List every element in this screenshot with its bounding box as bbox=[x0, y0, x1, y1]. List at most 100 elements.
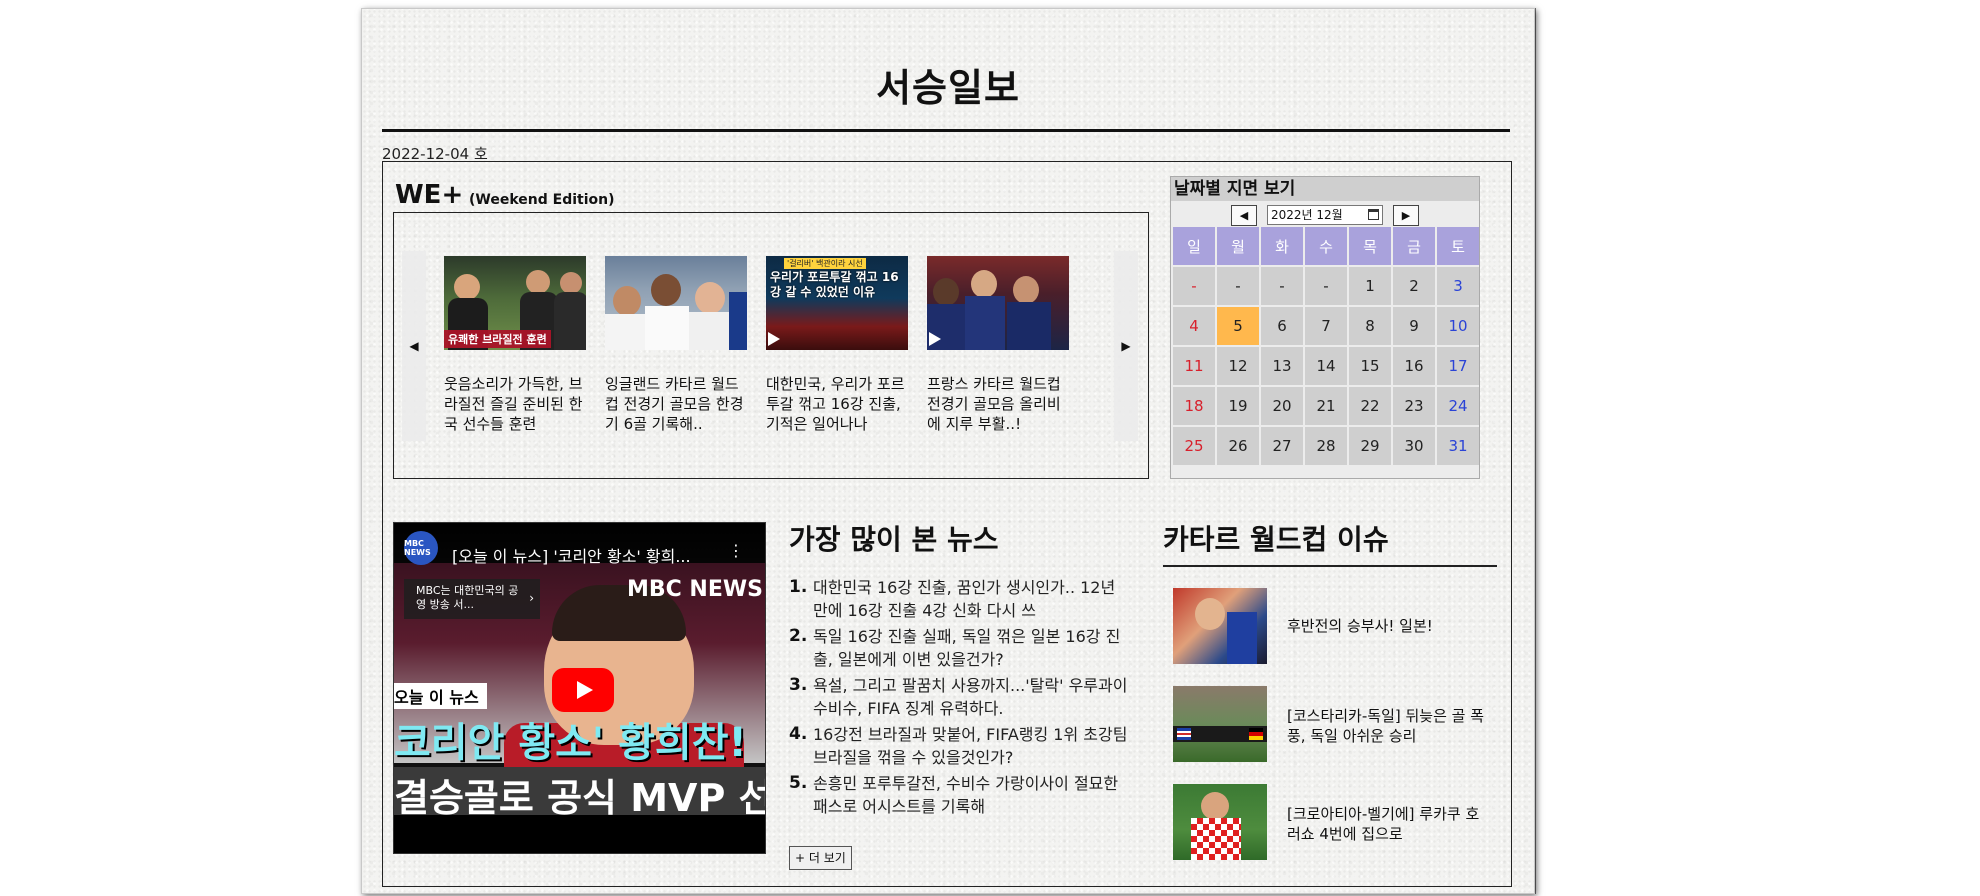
calendar-day[interactable]: 9 bbox=[1393, 307, 1435, 345]
calendar-prev-month-button[interactable]: ◀ bbox=[1231, 204, 1257, 226]
list-item[interactable]: 3. 욕설, 그리고 팔꿈치 사용까지...'탈락' 우루과이 수비수, FIFA… bbox=[789, 674, 1129, 720]
issue-text[interactable]: [코스타리카-독일] 뒤늦은 골 폭풍, 독일 아쉬운 승리 bbox=[1287, 706, 1487, 746]
most-viewed-list: 1. 대한민국 16강 진출, 꿈인가 생시인가.. 12년만에 16강 진출 4… bbox=[789, 576, 1129, 821]
calendar-icon[interactable] bbox=[1368, 209, 1379, 220]
weekday-header: 토 bbox=[1437, 227, 1479, 265]
video-player[interactable]: MBC NEWS MBC NEWS [오늘 이 뉴스] '코리안 황소' 황희.… bbox=[393, 522, 766, 854]
list-item[interactable]: 5. 손흥민 포루투갈전, 수비수 가랑이사이 절묘한 패스로 어시스트를 기록해 bbox=[789, 772, 1129, 818]
calendar-day[interactable]: 23 bbox=[1393, 387, 1435, 425]
calendar-day[interactable]: 24 bbox=[1437, 387, 1479, 425]
costa-rica-germany-thumbnail[interactable] bbox=[1173, 686, 1267, 762]
card-text: 잉글랜드 카타르 월드컵 전경기 골모음 한경기 6골 기록해.. bbox=[605, 375, 744, 433]
calendar-day[interactable]: 21 bbox=[1305, 387, 1347, 425]
croatia-belgium-thumbnail[interactable] bbox=[1173, 784, 1267, 860]
video-headline-2: 결승골로 공식 MVP 선정 bbox=[394, 767, 765, 822]
carousel-prev-button[interactable]: ◀ bbox=[402, 251, 426, 441]
japan-thumbnail[interactable] bbox=[1173, 588, 1267, 664]
video-headline-1: 코리안 황소' 황희찬! bbox=[394, 720, 747, 766]
calendar-day[interactable]: 5 bbox=[1217, 307, 1259, 345]
calendar-day[interactable]: 3 bbox=[1437, 267, 1479, 305]
calendar-day[interactable]: 22 bbox=[1349, 387, 1391, 425]
calendar-empty-cell: - bbox=[1173, 267, 1215, 305]
play-button[interactable] bbox=[552, 668, 614, 712]
item-number: 2. bbox=[789, 626, 808, 646]
thumbnail-tag: '걸리버' 백관이라 시선 bbox=[784, 258, 866, 269]
qatar-issue-divider bbox=[1163, 565, 1497, 567]
masthead-divider bbox=[382, 129, 1510, 132]
calendar-day[interactable]: 31 bbox=[1437, 427, 1479, 465]
calendar-day[interactable]: 30 bbox=[1393, 427, 1435, 465]
calendar-day[interactable]: 14 bbox=[1305, 347, 1347, 385]
item-text[interactable]: 독일 16강 진출 실패, 독일 꺾은 일본 16강 진출, 일본에게 이변 있… bbox=[813, 625, 1129, 671]
calendar-day[interactable]: 6 bbox=[1261, 307, 1303, 345]
calendar-grid: 일 월 화 수 목 금 토 - - - -1 2 3 4 5 6 7 8 9 10 11 12 13 14 15 16 17 18 19… bbox=[1173, 227, 1479, 465]
channel-info-popup[interactable]: MBC는 대한민국의 공영 방송 서... › bbox=[404, 579, 540, 619]
training-thumbnail[interactable]: 유쾌한 브라질전 훈련 bbox=[444, 256, 586, 350]
calendar-nav: ◀ 2022년 12월 ▶ bbox=[1171, 201, 1479, 226]
issue-item[interactable]: 후반전의 승부사! 일본! bbox=[1173, 588, 1513, 666]
england-thumbnail[interactable] bbox=[605, 256, 747, 350]
carousel-next-button[interactable]: ▶ bbox=[1114, 251, 1138, 441]
calendar-day[interactable]: 8 bbox=[1349, 307, 1391, 345]
thumbnail-caption: 유쾌한 브라질전 훈련 bbox=[444, 330, 551, 348]
weekday-header: 금 bbox=[1393, 227, 1435, 265]
item-text[interactable]: 욕설, 그리고 팔꿈치 사용까지...'탈락' 우루과이 수비수, FIFA 징… bbox=[813, 674, 1129, 720]
calendar-day[interactable]: 29 bbox=[1349, 427, 1391, 465]
item-text[interactable]: 대한민국 16강 진출, 꿈인가 생시인가.. 12년만에 16강 진출 4강 … bbox=[813, 576, 1129, 622]
calendar-day[interactable]: 26 bbox=[1217, 427, 1259, 465]
calendar-day[interactable]: 12 bbox=[1217, 347, 1259, 385]
calendar-day[interactable]: 10 bbox=[1437, 307, 1479, 345]
korea-thumbnail[interactable]: '걸리버' 백관이라 시선 우리가 포르투갈 꺾고 16강 갈 수 있었던 이유 bbox=[766, 256, 908, 350]
qatar-issue-title: 카타르 월드컵 이슈 bbox=[1163, 523, 1389, 556]
weekday-header: 화 bbox=[1261, 227, 1303, 265]
france-thumbnail[interactable] bbox=[927, 256, 1069, 350]
calendar-day[interactable]: 25 bbox=[1173, 427, 1215, 465]
calendar-day[interactable]: 4 bbox=[1173, 307, 1215, 345]
calendar-empty-cell: - bbox=[1261, 267, 1303, 305]
calendar-day[interactable]: 2 bbox=[1393, 267, 1435, 305]
newspaper-page: 서승일보 2022-12-04 호 WE+ (Weekend Edition) … bbox=[361, 8, 1535, 894]
video-title[interactable]: [오늘 이 뉴스] '코리안 황소' 황희... bbox=[452, 543, 691, 567]
month-value: 2022년 12월 bbox=[1271, 208, 1343, 222]
calendar-day[interactable]: 19 bbox=[1217, 387, 1259, 425]
issue-text[interactable]: [크로아티아-벨기에] 루카쿠 호러쇼 4번에 집으로 bbox=[1287, 804, 1487, 844]
most-viewed-title: 가장 많이 본 뉴스 bbox=[789, 523, 999, 556]
calendar-day[interactable]: 16 bbox=[1393, 347, 1435, 385]
calendar-day[interactable]: 18 bbox=[1173, 387, 1215, 425]
weekday-header: 일 bbox=[1173, 227, 1215, 265]
calendar-day[interactable]: 15 bbox=[1349, 347, 1391, 385]
calendar-day[interactable]: 7 bbox=[1305, 307, 1347, 345]
weplus-carousel: ◀ 유쾌한 브라질전 훈련 웃음소리가 가득한, 브라질전 즐길 준비된 한국 … bbox=[393, 212, 1149, 479]
card-text: 웃음소리가 가득한, 브라질전 즐길 준비된 한국 선수들 훈련 bbox=[444, 375, 583, 433]
carousel-card[interactable]: 프랑스 카타르 월드컵 전경기 골모음 올리비에 지루 부활..! bbox=[927, 256, 1069, 434]
month-input[interactable]: 2022년 12월 bbox=[1267, 205, 1383, 225]
list-item[interactable]: 2. 독일 16강 진출 실패, 독일 꺾은 일본 16강 진출, 일본에게 이변… bbox=[789, 625, 1129, 671]
calendar-next-month-button[interactable]: ▶ bbox=[1393, 204, 1419, 226]
calendar-day[interactable]: 11 bbox=[1173, 347, 1215, 385]
calendar-empty-cell: - bbox=[1217, 267, 1259, 305]
issue-item[interactable]: [크로아티아-벨기에] 루카쿠 호러쇼 4번에 집으로 bbox=[1173, 784, 1513, 862]
carousel-card[interactable]: 유쾌한 브라질전 훈련 웃음소리가 가득한, 브라질전 즐길 준비된 한국 선수… bbox=[444, 256, 586, 434]
date-calendar: 날짜별 지면 보기 ◀ 2022년 12월 ▶ 일월화수목금토----12345… bbox=[1170, 176, 1480, 479]
issue-item[interactable]: [코스타리카-독일] 뒤늦은 골 폭풍, 독일 아쉬운 승리 bbox=[1173, 686, 1513, 764]
carousel-card[interactable]: 잉글랜드 카타르 월드컵 전경기 골모음 한경기 6골 기록해.. bbox=[605, 256, 747, 434]
mbc-news-watermark: MBC NEWS bbox=[626, 577, 763, 602]
calendar-day[interactable]: 17 bbox=[1437, 347, 1479, 385]
list-item[interactable]: 4. 16강전 브라질과 맞붙어, FIFA랭킹 1위 초강팀 브라질을 꺾을 수… bbox=[789, 723, 1129, 769]
calendar-day[interactable]: 27 bbox=[1261, 427, 1303, 465]
list-item[interactable]: 1. 대한민국 16강 진출, 꿈인가 생시인가.. 12년만에 16강 진출 4… bbox=[789, 576, 1129, 622]
item-number: 3. bbox=[789, 675, 808, 695]
news-badge: 오늘 이 뉴스 bbox=[394, 683, 487, 709]
issue-text[interactable]: 후반전의 승부사! 일본! bbox=[1287, 616, 1487, 636]
more-options-icon[interactable]: ⋮ bbox=[728, 541, 744, 560]
calendar-day[interactable]: 1 bbox=[1349, 267, 1391, 305]
calendar-day[interactable]: 13 bbox=[1261, 347, 1303, 385]
carousel-card[interactable]: '걸리버' 백관이라 시선 우리가 포르투갈 꺾고 16강 갈 수 있었던 이유… bbox=[766, 256, 908, 434]
channel-logo[interactable]: MBC NEWS bbox=[404, 531, 438, 565]
item-text[interactable]: 손흥민 포루투갈전, 수비수 가랑이사이 절묘한 패스로 어시스트를 기록해 bbox=[813, 772, 1129, 818]
item-text[interactable]: 16강전 브라질과 맞붙어, FIFA랭킹 1위 초강팀 브라질을 꺾을 수 있… bbox=[813, 723, 1129, 769]
more-button[interactable]: + 더 보기 bbox=[789, 846, 852, 870]
calendar-day[interactable]: 28 bbox=[1305, 427, 1347, 465]
calendar-empty-cell: - bbox=[1305, 267, 1347, 305]
calendar-day[interactable]: 20 bbox=[1261, 387, 1303, 425]
